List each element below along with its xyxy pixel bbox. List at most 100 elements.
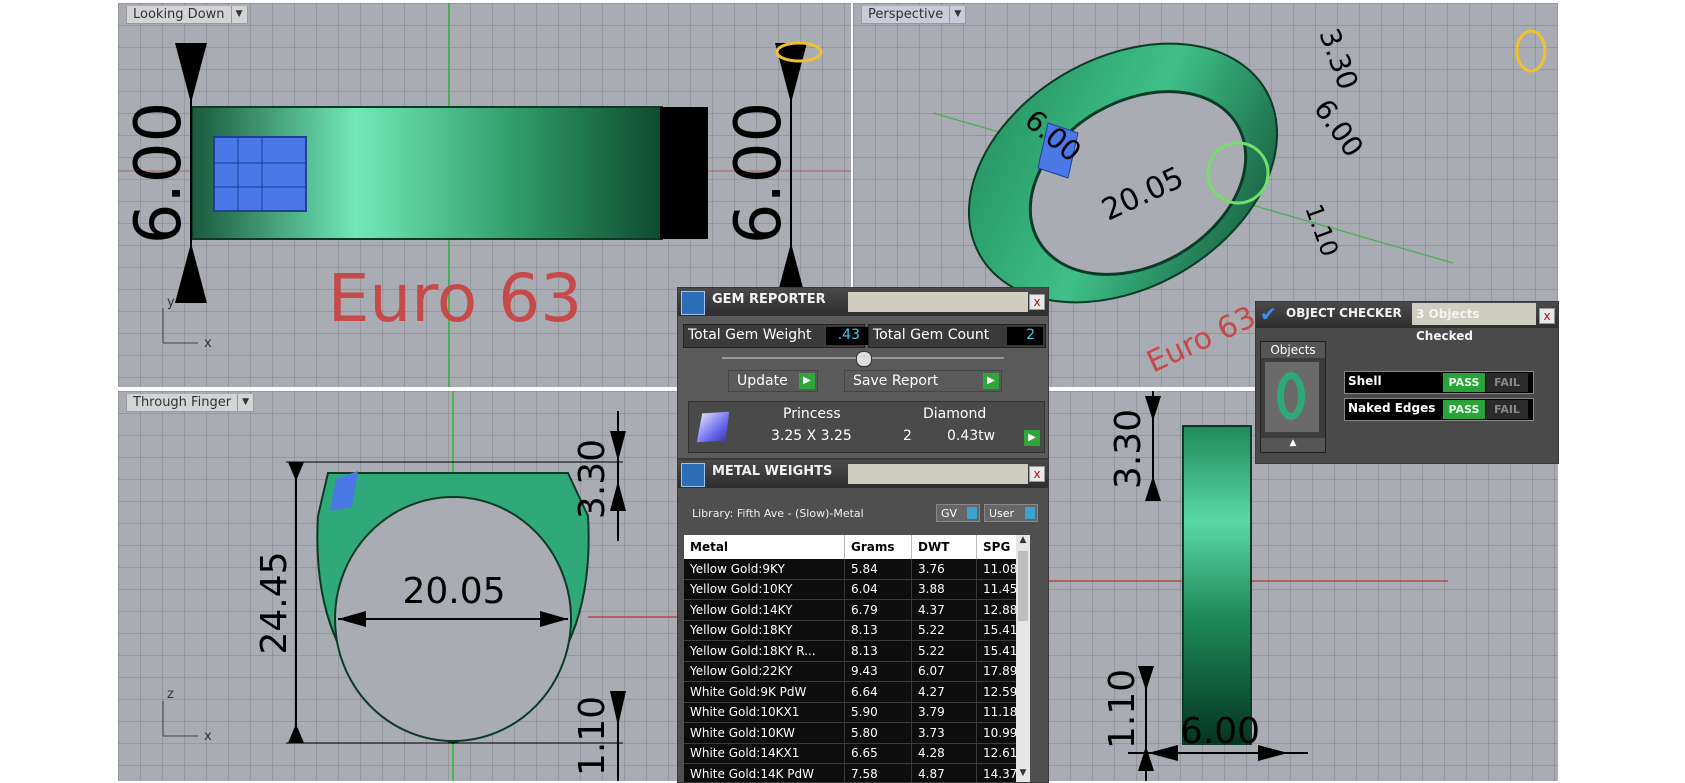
cell-grams: 5.80 [844,722,912,743]
col-grams[interactable]: Grams [844,535,912,559]
object-thumbnail[interactable] [1265,362,1319,432]
total-count-value: 2 [1007,327,1043,345]
cell-dwt: 4.27 [911,681,977,702]
check-name: Naked Edges [1348,401,1436,415]
cell-metal: Yellow Gold:9KY [684,559,845,579]
through-finger-drawing: 24.45 20.05 3.30 1.10 z x [162,391,678,781]
table-row[interactable]: Yellow Gold:22KY 9.43 6.07 17.89 [684,661,1030,682]
side-dim-bottom: 1.10 [1102,669,1143,749]
col-dwt[interactable]: DWT [911,535,977,559]
chevron-down-icon[interactable]: ▼ [949,6,965,23]
user-toggle[interactable]: User [984,504,1038,522]
diamond-icon [696,411,730,443]
table-row[interactable]: White Gold:14K PdW 7.58 4.87 14.37 [684,763,1030,782]
cell-metal: Yellow Gold:22KY [684,661,845,682]
pass-badge[interactable]: PASS [1443,373,1485,392]
gem-reporter-icon [681,291,705,315]
viewport-tab-label: Perspective [868,7,944,22]
save-report-button[interactable]: Save Report ▶ [844,370,1002,392]
table-row[interactable]: White Gold:14KX1 6.65 4.28 12.61 [684,743,1030,764]
metal-weights-title: METAL WEIGHTS [712,464,833,479]
metal-table-container[interactable]: Metal Grams DWT SPG Yellow Gold:9KY 5.84 3… [684,535,1030,782]
scrollbar-thumb[interactable] [1018,551,1028,621]
cell-metal: White Gold:10KW [684,722,845,743]
table-row[interactable]: Yellow Gold:9KY 5.84 3.76 11.08 [684,559,1030,579]
table-row[interactable]: White Gold:10KW 5.80 3.73 10.99 [684,722,1030,743]
side-dim-top: 3.30 [1108,409,1149,489]
check-name: Shell [1348,374,1382,388]
cell-grams: 6.79 [844,599,912,620]
cell-grams: 8.13 [844,640,912,661]
gem-material: Diamond [923,406,987,422]
table-row[interactable]: White Gold:10KX1 5.90 3.79 11.18 [684,702,1030,723]
chevron-down-icon[interactable]: ▼ [237,394,253,411]
viewport-through-finger[interactable]: 24.45 20.05 3.30 1.10 z x Through Finger… [118,391,678,781]
viewport-tab-perspective[interactable]: Perspective ▼ [861,6,967,24]
checks-list: Shell PASS FAIL Naked Edges PASS FAIL [1344,371,1534,425]
cell-dwt: 3.88 [911,579,977,600]
persp-dim-1: 3.30 [1312,24,1364,94]
check-row: Naked Edges PASS FAIL [1344,398,1534,421]
table-row[interactable]: Yellow Gold:18KY R... 8.13 5.22 15.41 [684,640,1030,661]
objects-checked-status: 3 Objects Checked [1412,303,1536,343]
objects-list[interactable]: Objects ▲ [1260,341,1326,453]
cell-dwt: 3.76 [911,559,977,579]
close-icon[interactable]: x [1539,308,1555,324]
ring-band-end [660,107,708,239]
gem-shape: Princess [783,406,841,422]
cell-grams: 9.43 [844,661,912,682]
check-row: Shell PASS FAIL [1344,371,1534,394]
titlebar-fill [848,292,1028,312]
gem-weight-box: Total Gem Weight .43 [683,324,868,348]
viewport-tab-through-finger[interactable]: Through Finger ▼ [126,394,255,412]
table-scrollbar[interactable]: ▲ [1016,535,1030,782]
dim-inner: 20.05 [402,571,505,612]
gem-wireframe [213,136,307,212]
play-icon[interactable]: ▶ [1024,430,1040,446]
cell-dwt: 5.22 [911,620,977,641]
gem-reporter-titlebar[interactable]: GEM REPORTER x [678,288,1048,316]
table-row[interactable]: Yellow Gold:14KY 6.79 4.37 12.88 [684,599,1030,620]
persp-euro-label: Euro 63 [1142,300,1262,381]
close-icon[interactable]: x [1029,466,1045,482]
chevron-down-icon[interactable]: ▼ [230,6,247,23]
update-label: Update [737,373,788,389]
gem-count-box: Total Gem Count 2 [868,324,1046,348]
slider-handle[interactable] [856,351,872,367]
fail-badge[interactable]: FAIL [1486,373,1528,392]
total-count-label: Total Gem Count [873,327,990,343]
cell-metal: White Gold:9K PdW [684,681,845,702]
dim-top: 3.30 [572,439,613,519]
table-row[interactable]: White Gold:9K PdW 6.64 4.27 12.59 [684,681,1030,702]
cell-metal: Yellow Gold:14KY [684,599,845,620]
fail-badge[interactable]: FAIL [1486,400,1528,419]
pass-badge[interactable]: PASS [1443,400,1485,419]
viewport-tab-looking-down[interactable]: Looking Down ▼ [126,6,248,24]
chevron-up-icon[interactable]: ▲ [1261,438,1325,452]
library-label: Library: Fifth Ave - (Slow)-Metal [692,507,864,520]
table-row[interactable]: Yellow Gold:18KY 8.13 5.22 15.41 [684,620,1030,641]
gv-toggle[interactable]: GV [936,504,980,522]
object-checker-titlebar[interactable]: ✔ OBJECT CHECKER 3 Objects Checked x [1256,302,1558,343]
cell-dwt: 4.28 [911,743,977,764]
table-row[interactable]: Yellow Gold:10KY 6.04 3.88 11.45 [684,579,1030,600]
cell-dwt: 4.37 [911,599,977,620]
gem-count: 2 [903,428,912,444]
object-checker-title: OBJECT CHECKER [1286,306,1402,320]
cell-grams: 5.90 [844,702,912,723]
update-button[interactable]: Update ▶ [728,370,818,392]
chevron-up-icon[interactable]: ▲ [1016,535,1030,549]
gem-row[interactable]: Princess 3.25 X 3.25 Diamond 2 0.43tw ▶ [688,401,1045,453]
euro-label: Euro 63 [328,260,583,337]
total-weight-value: .43 [826,327,868,345]
col-metal[interactable]: Metal [684,535,845,559]
dim-height: 24.45 [254,551,295,654]
toggle-icon [1025,507,1035,519]
gem-reporter-title: GEM REPORTER [712,292,826,307]
axis-x-label: x [204,336,212,351]
chevron-down-icon[interactable]: ▼ [1016,768,1030,782]
metal-weights-titlebar[interactable]: METAL WEIGHTS x [678,460,1048,488]
ring-side [1182,425,1252,745]
gv-label: GV [941,507,958,520]
close-icon[interactable]: x [1029,294,1045,310]
